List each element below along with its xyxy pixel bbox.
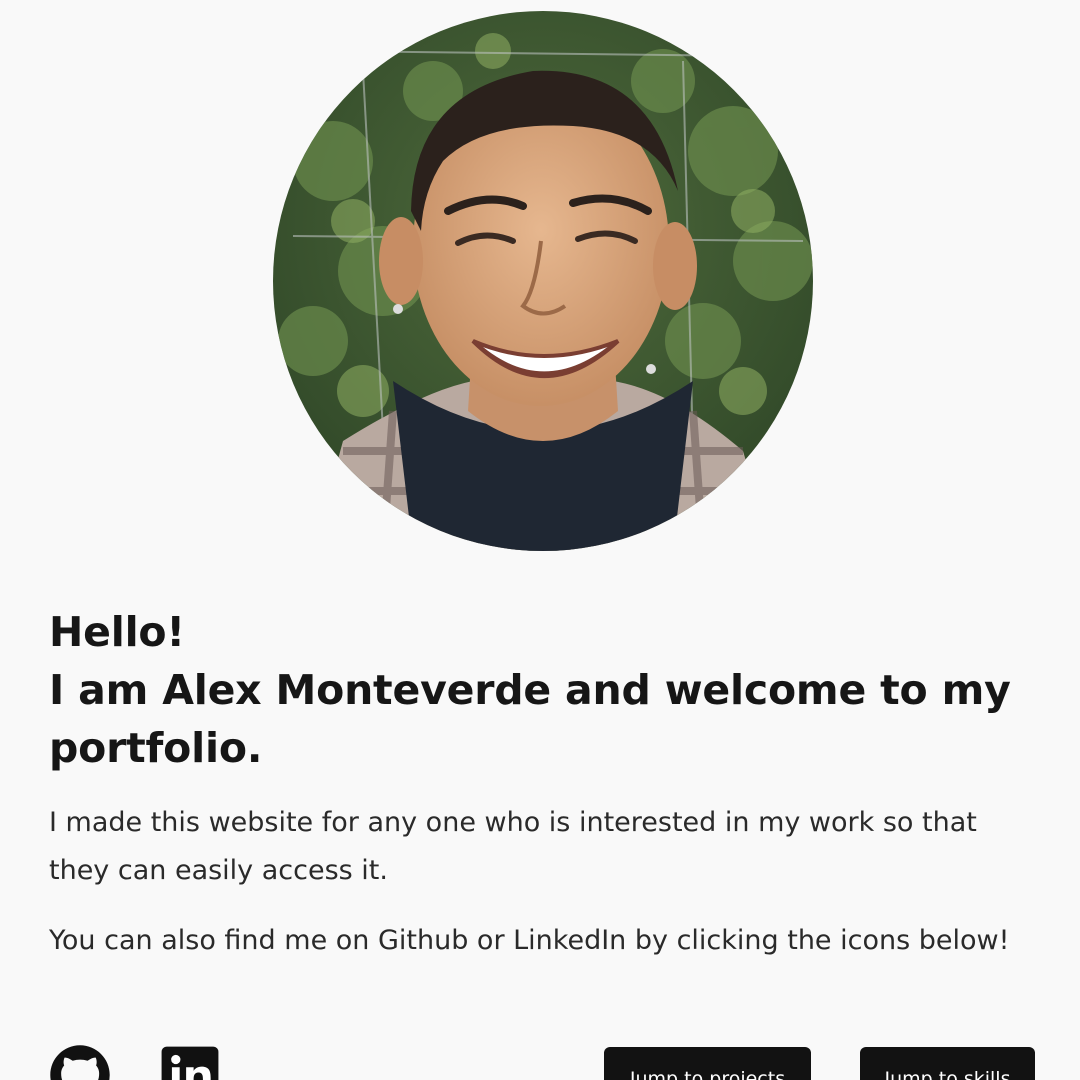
github-link[interactable] xyxy=(49,1044,111,1080)
social-links xyxy=(49,1044,221,1080)
linkedin-icon xyxy=(161,1046,219,1080)
portfolio-page: Hello! I am Alex Monteverde and welcome … xyxy=(0,0,1080,1080)
github-icon xyxy=(50,1045,110,1080)
profile-photo xyxy=(273,11,813,551)
jump-to-projects-button[interactable]: Jump to projects xyxy=(604,1047,811,1080)
intro-paragraph-2: You can also find me on Github or Linked… xyxy=(49,925,1010,956)
greeting: Hello! xyxy=(49,608,185,656)
headline-line-3: portfolio. xyxy=(49,724,263,772)
linkedin-link[interactable] xyxy=(159,1044,221,1080)
jump-to-skills-button[interactable]: Jump to skills xyxy=(860,1047,1035,1080)
headline-line-2: I am Alex Monteverde and welcome to my xyxy=(49,666,1011,714)
profile-photo-illustration xyxy=(273,11,813,551)
intro-paragraph-1: I made this website for any one who is i… xyxy=(49,807,977,886)
intro-section: Hello! I am Alex Monteverde and welcome … xyxy=(49,603,1039,965)
page-title: Hello! I am Alex Monteverde and welcome … xyxy=(49,603,1039,777)
